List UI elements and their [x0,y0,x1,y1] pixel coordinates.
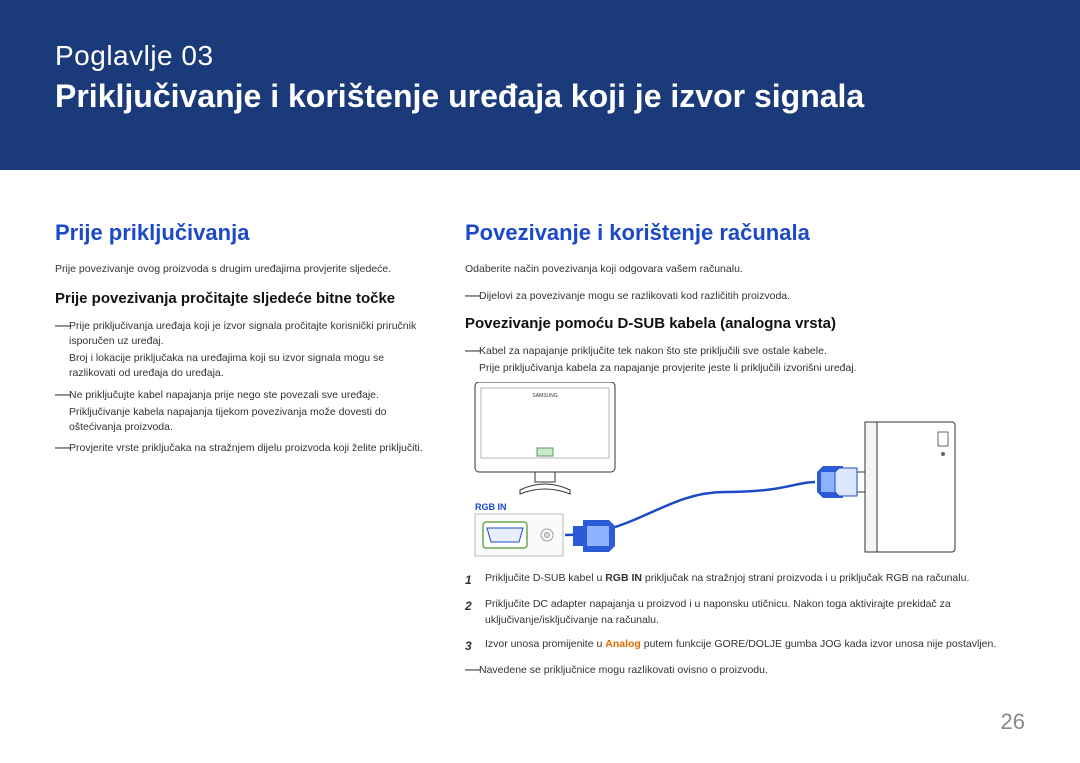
step-number: 1 [465,571,485,589]
dash-icon: ― [465,289,479,304]
section-heading-right: Povezivanje i korištenje računala [465,220,1025,246]
bullet-text: Kabel za napajanje priključite tek nakon… [479,344,1025,359]
bullet-subtext: Prije priključivanja kabela za napajanje… [479,361,1025,376]
step-item: 2 Priključite DC adapter napajanja u pro… [465,597,1025,629]
bullet-item: ― Kabel za napajanje priključite tek nak… [465,344,1025,376]
step-item: 3 Izvor unosa promijenite u Analog putem… [465,637,1025,655]
right-column: Povezivanje i korištenje računala Odaber… [465,220,1025,684]
dash-icon: ― [465,663,479,678]
bullet-text: Dijelovi za povezivanje mogu se razlikov… [479,289,1025,304]
bullet-text: Provjerite vrste priključaka na stražnje… [69,441,425,456]
step-text: Priključite DC adapter napajanja u proiz… [485,597,1025,629]
page: Poglavlje 03 Priključivanje i korištenje… [0,0,1080,763]
bullet-text: Navedene se priključnice mogu razlikovat… [479,663,1025,678]
right-subhead: Povezivanje pomoću D-SUB kabela (analogn… [465,314,1025,334]
bullet-item: ― Navedene se priključnice mogu razlikov… [465,663,1025,678]
dash-icon: ― [55,441,69,456]
bullet-subtext: Priključivanje kabela napajanja tijekom … [69,405,425,435]
step-text: Izvor unosa promijenite u Analog putem f… [485,637,1025,655]
step-number: 2 [465,597,485,629]
page-number: 26 [1001,709,1025,735]
dash-icon: ― [465,344,479,376]
step-text: Priključite D-SUB kabel u RGB IN priklju… [485,571,1025,589]
left-intro: Prije povezivanje ovog proizvoda s drugi… [55,262,425,277]
port-label: RGB IN [475,502,507,512]
step-item: 1 Priključite D-SUB kabel u RGB IN prikl… [465,571,1025,589]
left-column: Prije priključivanja Prije povezivanje o… [55,220,425,684]
bullet-text: Ne priključujte kabel napajanja prije ne… [69,388,425,403]
connection-diagram: SAMSUNG RGB IN [465,382,1025,557]
step-number: 3 [465,637,485,655]
dash-icon: ― [55,319,69,382]
bullet-text: Prije priključivanja uređaja koji je izv… [69,319,425,349]
chapter-title: Priključivanje i korištenje uređaja koji… [55,78,1025,115]
bullet-item: ― Dijelovi za povezivanje mogu se razlik… [465,289,1025,304]
content-area: Prije priključivanja Prije povezivanje o… [0,170,1080,684]
bullet-subtext: Broj i lokacije priključaka na uređajima… [69,351,425,381]
bullet-item: ― Ne priključujte kabel napajanja prije … [55,388,425,436]
dash-icon: ― [55,388,69,436]
bullet-item: ― Provjerite vrste priključaka na stražn… [55,441,425,456]
bullet-item: ― Prije priključivanja uređaja koji je i… [55,319,425,382]
monitor-brand-text: SAMSUNG [532,393,557,399]
section-heading-left: Prije priključivanja [55,220,425,246]
right-intro: Odaberite način povezivanja koji odgovar… [465,262,1025,277]
chapter-label: Poglavlje 03 [55,40,1025,72]
left-subhead: Prije povezivanja pročitajte sljedeće bi… [55,289,425,309]
chapter-banner: Poglavlje 03 Priključivanje i korištenje… [0,0,1080,170]
